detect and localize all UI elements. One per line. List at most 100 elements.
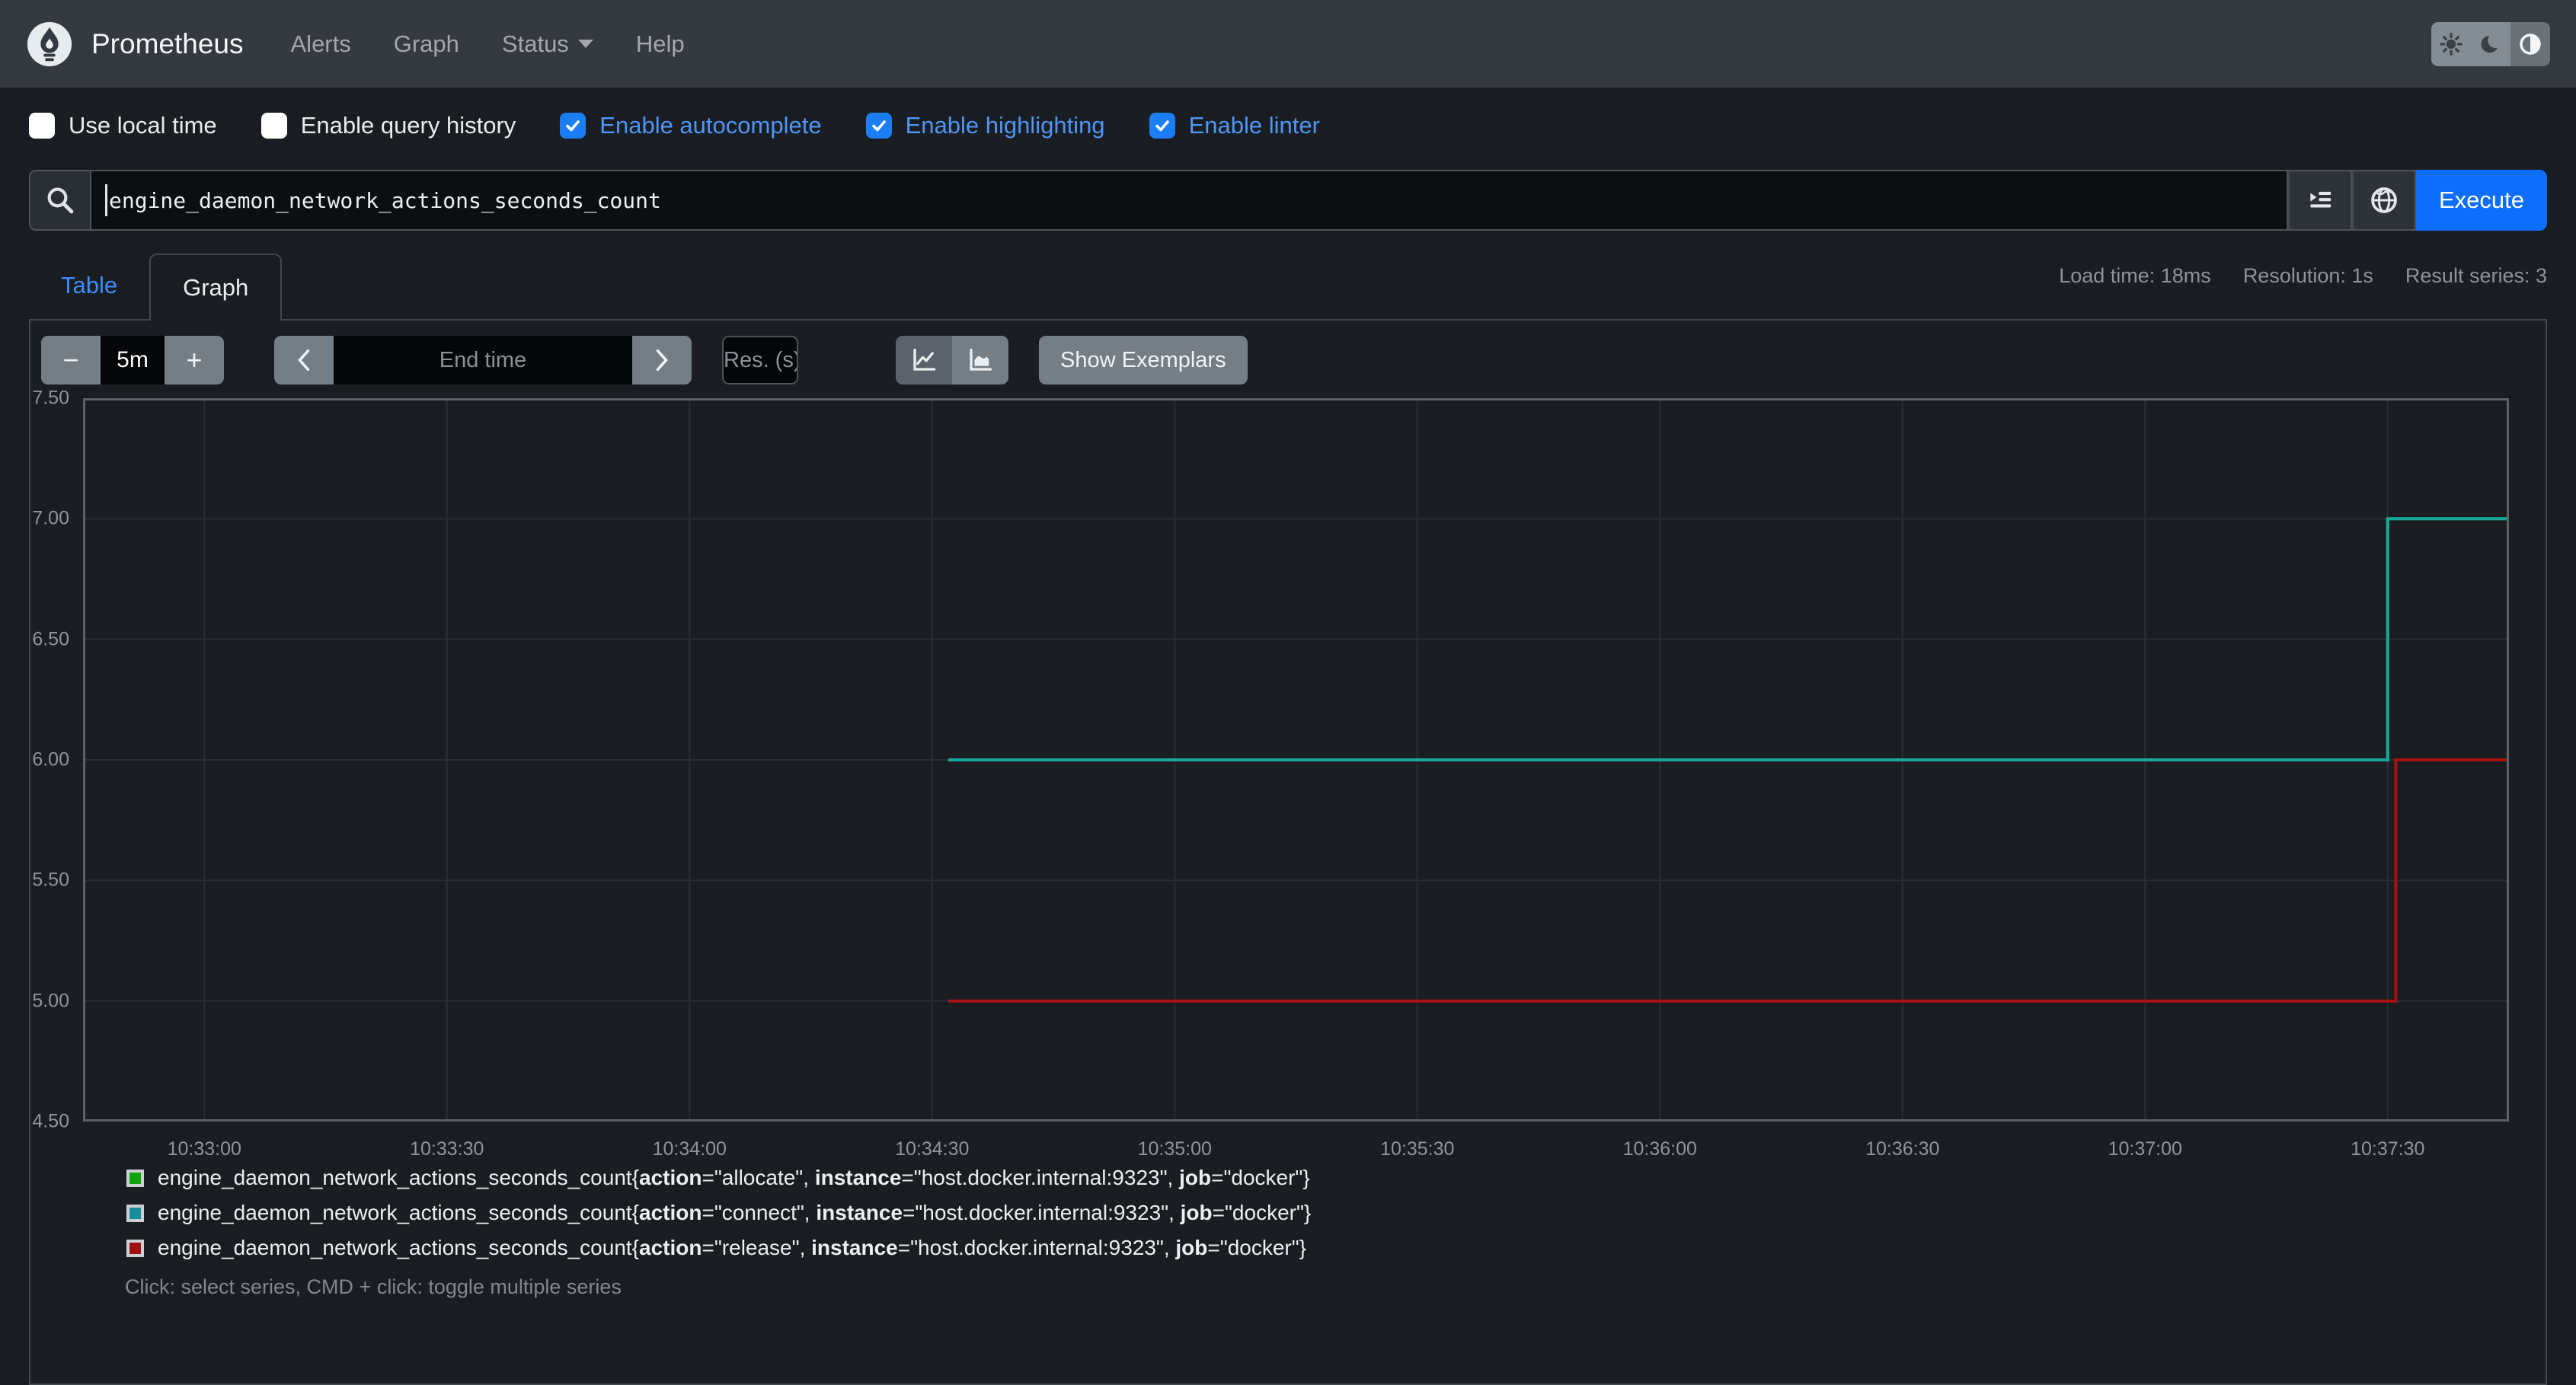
checked-checkbox-icon bbox=[865, 113, 892, 139]
series-swatch-icon bbox=[126, 1239, 144, 1257]
chevron-down-icon bbox=[577, 40, 593, 48]
y-axis-tick-label: 7.50 bbox=[32, 387, 69, 409]
metrics-explorer-button[interactable] bbox=[2352, 170, 2416, 231]
y-axis-tick-label: 6.00 bbox=[32, 748, 69, 771]
indent-list-icon bbox=[2310, 191, 2332, 208]
circle-half-icon bbox=[2520, 33, 2541, 55]
nav-status-dropdown[interactable]: Status bbox=[502, 30, 593, 58]
search-icon bbox=[47, 187, 74, 214]
tab-table[interactable]: Table bbox=[29, 252, 149, 319]
option-label: Enable query history bbox=[300, 112, 516, 139]
unchecked-checkbox-icon bbox=[29, 113, 55, 139]
chart-legend: engine_daemon_network_actions_seconds_co… bbox=[126, 1166, 2535, 1260]
option-enable-highlighting[interactable]: Enable highlighting bbox=[865, 112, 1105, 139]
nav-graph[interactable]: Graph bbox=[394, 30, 459, 58]
x-axis-tick-label: 10:33:00 bbox=[167, 1138, 241, 1160]
forward-time-button[interactable] bbox=[632, 336, 692, 385]
option-enable-linter[interactable]: Enable linter bbox=[1149, 112, 1320, 139]
line-chart-mode-button[interactable] bbox=[896, 336, 952, 385]
legend-series-label: engine_daemon_network_actions_seconds_co… bbox=[158, 1236, 1307, 1259]
option-enable-autocomplete[interactable]: Enable autocomplete bbox=[560, 112, 822, 139]
y-axis-tick-label: 4.50 bbox=[32, 1110, 69, 1132]
query-stats: Load time: 18ms Resolution: 1s Result se… bbox=[2059, 252, 2547, 288]
legend-series-label: engine_daemon_network_actions_seconds_co… bbox=[158, 1201, 1312, 1224]
query-expression-text: engine_daemon_network_actions_seconds_co… bbox=[109, 187, 661, 213]
x-axis-tick-label: 10:37:30 bbox=[2351, 1138, 2425, 1160]
line-chart-icon bbox=[913, 348, 936, 371]
graph-controls: − + bbox=[41, 336, 2535, 385]
chevron-left-icon bbox=[298, 349, 310, 372]
light-theme-button[interactable] bbox=[2431, 21, 2471, 66]
prometheus-logo-icon bbox=[26, 21, 73, 68]
query-bar: engine_daemon_network_actions_seconds_co… bbox=[29, 170, 2547, 231]
decrease-range-button[interactable]: − bbox=[41, 336, 101, 385]
graph-panel: − + bbox=[29, 319, 2547, 1385]
nav-help[interactable]: Help bbox=[636, 30, 685, 58]
option-use-local-time[interactable]: Use local time bbox=[29, 112, 217, 139]
query-tree-view-button[interactable] bbox=[2288, 170, 2352, 231]
option-enable-query-history[interactable]: Enable query history bbox=[260, 112, 516, 139]
y-axis-tick-label: 6.50 bbox=[32, 628, 69, 650]
back-time-button[interactable] bbox=[274, 336, 334, 385]
query-expression-input[interactable]: engine_daemon_network_actions_seconds_co… bbox=[90, 170, 2288, 231]
stat-result-series: Result series: 3 bbox=[2405, 264, 2547, 287]
query-options-row: Use local time Enable query history Enable… bbox=[0, 88, 2576, 159]
chart-area: 7.50 7.00 6.50 6.00 5.50 5.00 4.50 10:33:00 10:3… bbox=[32, 388, 2509, 1160]
legend-help-text: Click: select series, CMD + click: toggl… bbox=[125, 1275, 622, 1298]
navbar: Prometheus Alerts Graph Status Help bbox=[0, 0, 2576, 88]
stat-load-time: Load time: 18ms bbox=[2059, 264, 2211, 287]
execute-button[interactable]: Execute bbox=[2416, 170, 2547, 231]
sun-icon bbox=[2440, 32, 2463, 56]
option-label: Enable linter bbox=[1188, 112, 1320, 139]
legend-series-connect[interactable]: engine_daemon_network_actions_seconds_co… bbox=[126, 1201, 2535, 1225]
show-exemplars-button[interactable]: Show Exemplars bbox=[1039, 336, 1248, 385]
theme-toggle-group bbox=[2431, 21, 2550, 66]
text-cursor bbox=[105, 184, 107, 216]
chart-mode-toggle bbox=[896, 336, 1008, 385]
x-axis-tick-label: 10:36:30 bbox=[1865, 1138, 1940, 1160]
option-label: Use local time bbox=[69, 112, 217, 139]
series-swatch-icon bbox=[126, 1169, 144, 1187]
tab-graph[interactable]: Graph bbox=[149, 254, 283, 321]
unchecked-checkbox-icon bbox=[260, 113, 287, 139]
y-axis-tick-label: 5.50 bbox=[32, 869, 69, 891]
nav-alerts[interactable]: Alerts bbox=[291, 30, 351, 58]
result-tabs: Table Graph Load time: 18ms Resolution: … bbox=[29, 252, 2547, 321]
increase-range-button[interactable]: + bbox=[165, 336, 224, 385]
auto-theme-button[interactable] bbox=[2510, 21, 2550, 66]
stacked-chart-icon bbox=[970, 348, 992, 371]
legend-series-allocate[interactable]: engine_daemon_network_actions_seconds_co… bbox=[126, 1166, 2535, 1190]
stat-resolution: Resolution: 1s bbox=[2242, 264, 2373, 287]
x-axis-tick-label: 10:35:00 bbox=[1137, 1138, 1212, 1160]
x-axis-tick-label: 10:33:30 bbox=[410, 1138, 484, 1160]
stacked-chart-mode-button[interactable] bbox=[952, 336, 1008, 385]
y-axis-tick-label: 5.00 bbox=[32, 990, 69, 1012]
resolution-input[interactable] bbox=[722, 336, 798, 385]
checked-checkbox-icon bbox=[560, 113, 586, 139]
legend-series-release[interactable]: engine_daemon_network_actions_seconds_co… bbox=[126, 1236, 2535, 1260]
main-nav: Alerts Graph Status Help bbox=[291, 30, 685, 58]
option-label: Enable autocomplete bbox=[599, 112, 822, 139]
range-duration-input[interactable] bbox=[101, 336, 165, 385]
range-group: − + bbox=[41, 336, 224, 385]
brand-title: Prometheus bbox=[91, 27, 244, 59]
option-label: Enable highlighting bbox=[905, 112, 1105, 139]
chart-plot[interactable] bbox=[83, 398, 2509, 1122]
end-time-input[interactable] bbox=[334, 336, 632, 385]
moon-icon bbox=[2481, 32, 2502, 53]
x-axis-tick-label: 10:34:30 bbox=[895, 1138, 970, 1160]
prometheus-brand-link[interactable]: Prometheus bbox=[26, 21, 244, 68]
x-axis-tick-label: 10:35:30 bbox=[1380, 1138, 1455, 1160]
x-axis-tick-label: 10:34:00 bbox=[652, 1138, 727, 1160]
x-axis-tick-label: 10:37:00 bbox=[2108, 1138, 2182, 1160]
y-axis-tick-label: 7.00 bbox=[32, 507, 69, 529]
globe-icon bbox=[2371, 187, 2397, 213]
x-axis-tick-label: 10:36:00 bbox=[1622, 1138, 1697, 1160]
legend-series-label: engine_daemon_network_actions_seconds_co… bbox=[158, 1166, 1310, 1189]
series-swatch-icon bbox=[126, 1204, 144, 1222]
checked-checkbox-icon bbox=[1149, 113, 1175, 139]
dark-theme-button[interactable] bbox=[2471, 21, 2510, 66]
end-time-group bbox=[274, 336, 692, 385]
search-addon bbox=[29, 170, 90, 231]
chevron-right-icon bbox=[656, 349, 668, 372]
